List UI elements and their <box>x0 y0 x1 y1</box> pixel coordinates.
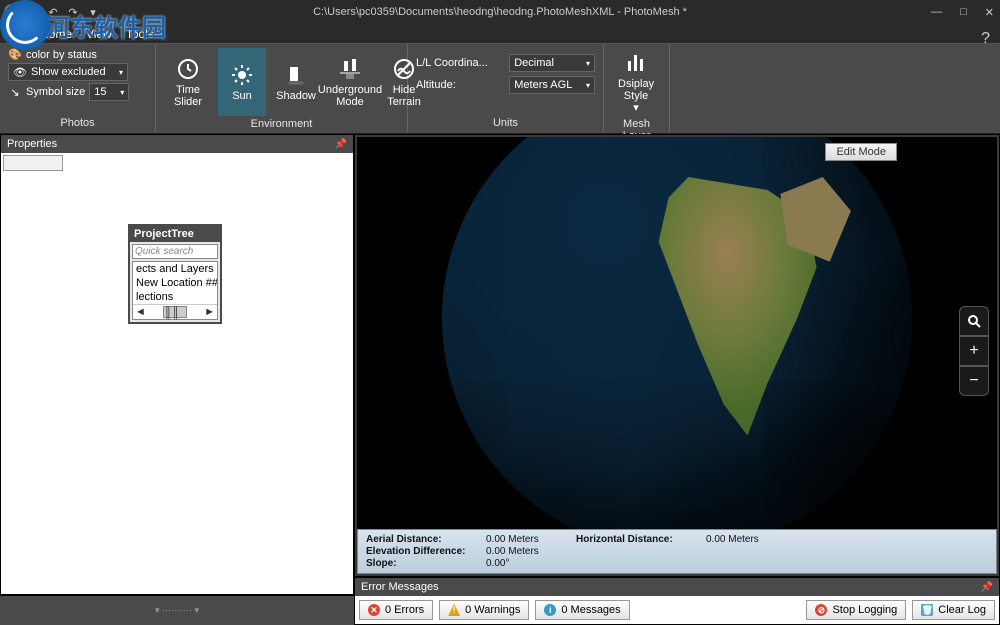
shadow-button[interactable]: Shadow <box>272 48 320 116</box>
warning-icon: ! <box>448 604 460 616</box>
properties-body <box>1 153 353 594</box>
edit-mode-button[interactable]: Edit Mode <box>825 143 897 161</box>
scroll-right-icon[interactable]: ► <box>204 306 215 318</box>
ribbon: 🎨 color by status 👁Show excluded ↘ Symbo… <box>0 44 1000 134</box>
menu-tools[interactable]: Tools <box>126 27 154 41</box>
shadow-icon <box>283 62 309 88</box>
qat-dropdown-icon[interactable]: ▾ <box>86 5 100 19</box>
3d-viewport[interactable]: Edit Mode + − <box>357 137 997 529</box>
pin-icon[interactable]: 📌 <box>981 582 993 593</box>
trash-icon: 🗑 <box>921 604 933 616</box>
title-bar: 💾 ↶ ↷ ▾ C:\Users\pc0359\Documents\heodng… <box>0 0 1000 24</box>
clock-icon <box>175 56 201 82</box>
altitude-label: Altitude: <box>416 79 501 91</box>
stop-logging-button[interactable]: ⊘Stop Logging <box>806 600 906 620</box>
info-icon: i <box>544 604 556 616</box>
coord-select[interactable]: Decimal <box>509 54 595 72</box>
display-style-button[interactable]: DsiplayStyle▾ <box>612 48 660 116</box>
messages-filter-button[interactable]: i0 Messages <box>535 600 629 620</box>
zoom-target-button[interactable] <box>959 306 989 336</box>
underground-mode-button[interactable]: UndergroundMode <box>326 48 374 116</box>
menu-home[interactable]: Home <box>40 27 72 41</box>
minimize-button[interactable]: — <box>931 6 942 19</box>
warnings-filter-button[interactable]: !0 Warnings <box>439 600 529 620</box>
stop-icon: ⊘ <box>815 604 827 616</box>
underground-icon <box>337 56 363 82</box>
time-slider-button[interactable]: TimeSlider <box>164 48 212 116</box>
zoom-out-button[interactable]: − <box>959 366 989 396</box>
show-excluded-dropdown[interactable]: 👁Show excluded <box>8 63 128 81</box>
group-photos-label: Photos <box>8 115 147 129</box>
coord-label: L/L Coordina... <box>416 57 501 69</box>
group-environment-label: Environment <box>164 116 399 130</box>
eye-icon: 👁 <box>13 66 27 79</box>
window-title: C:\Users\pc0359\Documents\heodng\heodng.… <box>313 6 687 18</box>
save-icon[interactable]: 💾 <box>26 5 40 19</box>
errors-filter-button[interactable]: ✕0 Errors <box>359 600 433 620</box>
properties-tab[interactable] <box>3 155 63 171</box>
pin-icon[interactable]: 📌 <box>335 139 347 150</box>
bottom-strip[interactable]: ▾ ·········· ▾ <box>0 595 354 625</box>
maximize-button[interactable]: □ <box>960 6 967 19</box>
bars-icon <box>623 50 649 76</box>
error-icon: ✕ <box>368 604 380 616</box>
close-button[interactable]: ✕ <box>985 6 994 19</box>
zoom-in-button[interactable]: + <box>959 336 989 366</box>
app-icon <box>4 4 20 20</box>
menu-view[interactable]: View <box>86 27 112 41</box>
properties-header: Properties 📌 <box>1 135 353 153</box>
tree-item[interactable]: ects and Layers <box>133 262 217 276</box>
errors-header: Error Messages 📌 <box>355 578 999 596</box>
sun-button[interactable]: Sun <box>218 48 266 116</box>
help-icon[interactable]: ? <box>981 30 990 48</box>
project-tree-panel[interactable]: ProjectTree Quick search ects and Layers… <box>128 224 222 324</box>
sun-icon <box>229 62 255 88</box>
tree-item[interactable]: New Location ##6 <box>133 276 217 290</box>
status-bar: Aerial Distance:0.00 Meters Horizontal D… <box>357 529 997 574</box>
symbol-size-dropdown[interactable]: 15 <box>89 83 129 101</box>
tree-item[interactable]: lections <box>133 290 217 304</box>
group-units-label: Units <box>416 115 595 129</box>
symbol-size-icon: ↘ <box>8 86 22 99</box>
project-tree-title[interactable]: ProjectTree <box>130 226 220 242</box>
palette-icon: 🎨 <box>8 48 22 61</box>
scroll-thumb[interactable]: ║║ <box>163 306 187 318</box>
globe <box>442 137 912 529</box>
menu-bar: Home View Tools <box>0 24 1000 44</box>
redo-icon[interactable]: ↷ <box>66 5 80 19</box>
project-tree-search[interactable]: Quick search <box>132 244 218 259</box>
scroll-left-icon[interactable]: ◄ <box>135 306 146 318</box>
altitude-select[interactable]: Meters AGL <box>509 76 595 94</box>
clear-log-button[interactable]: 🗑Clear Log <box>912 600 995 620</box>
color-by-status-toggle[interactable]: 🎨 color by status <box>8 48 147 61</box>
undo-icon[interactable]: ↶ <box>46 5 60 19</box>
